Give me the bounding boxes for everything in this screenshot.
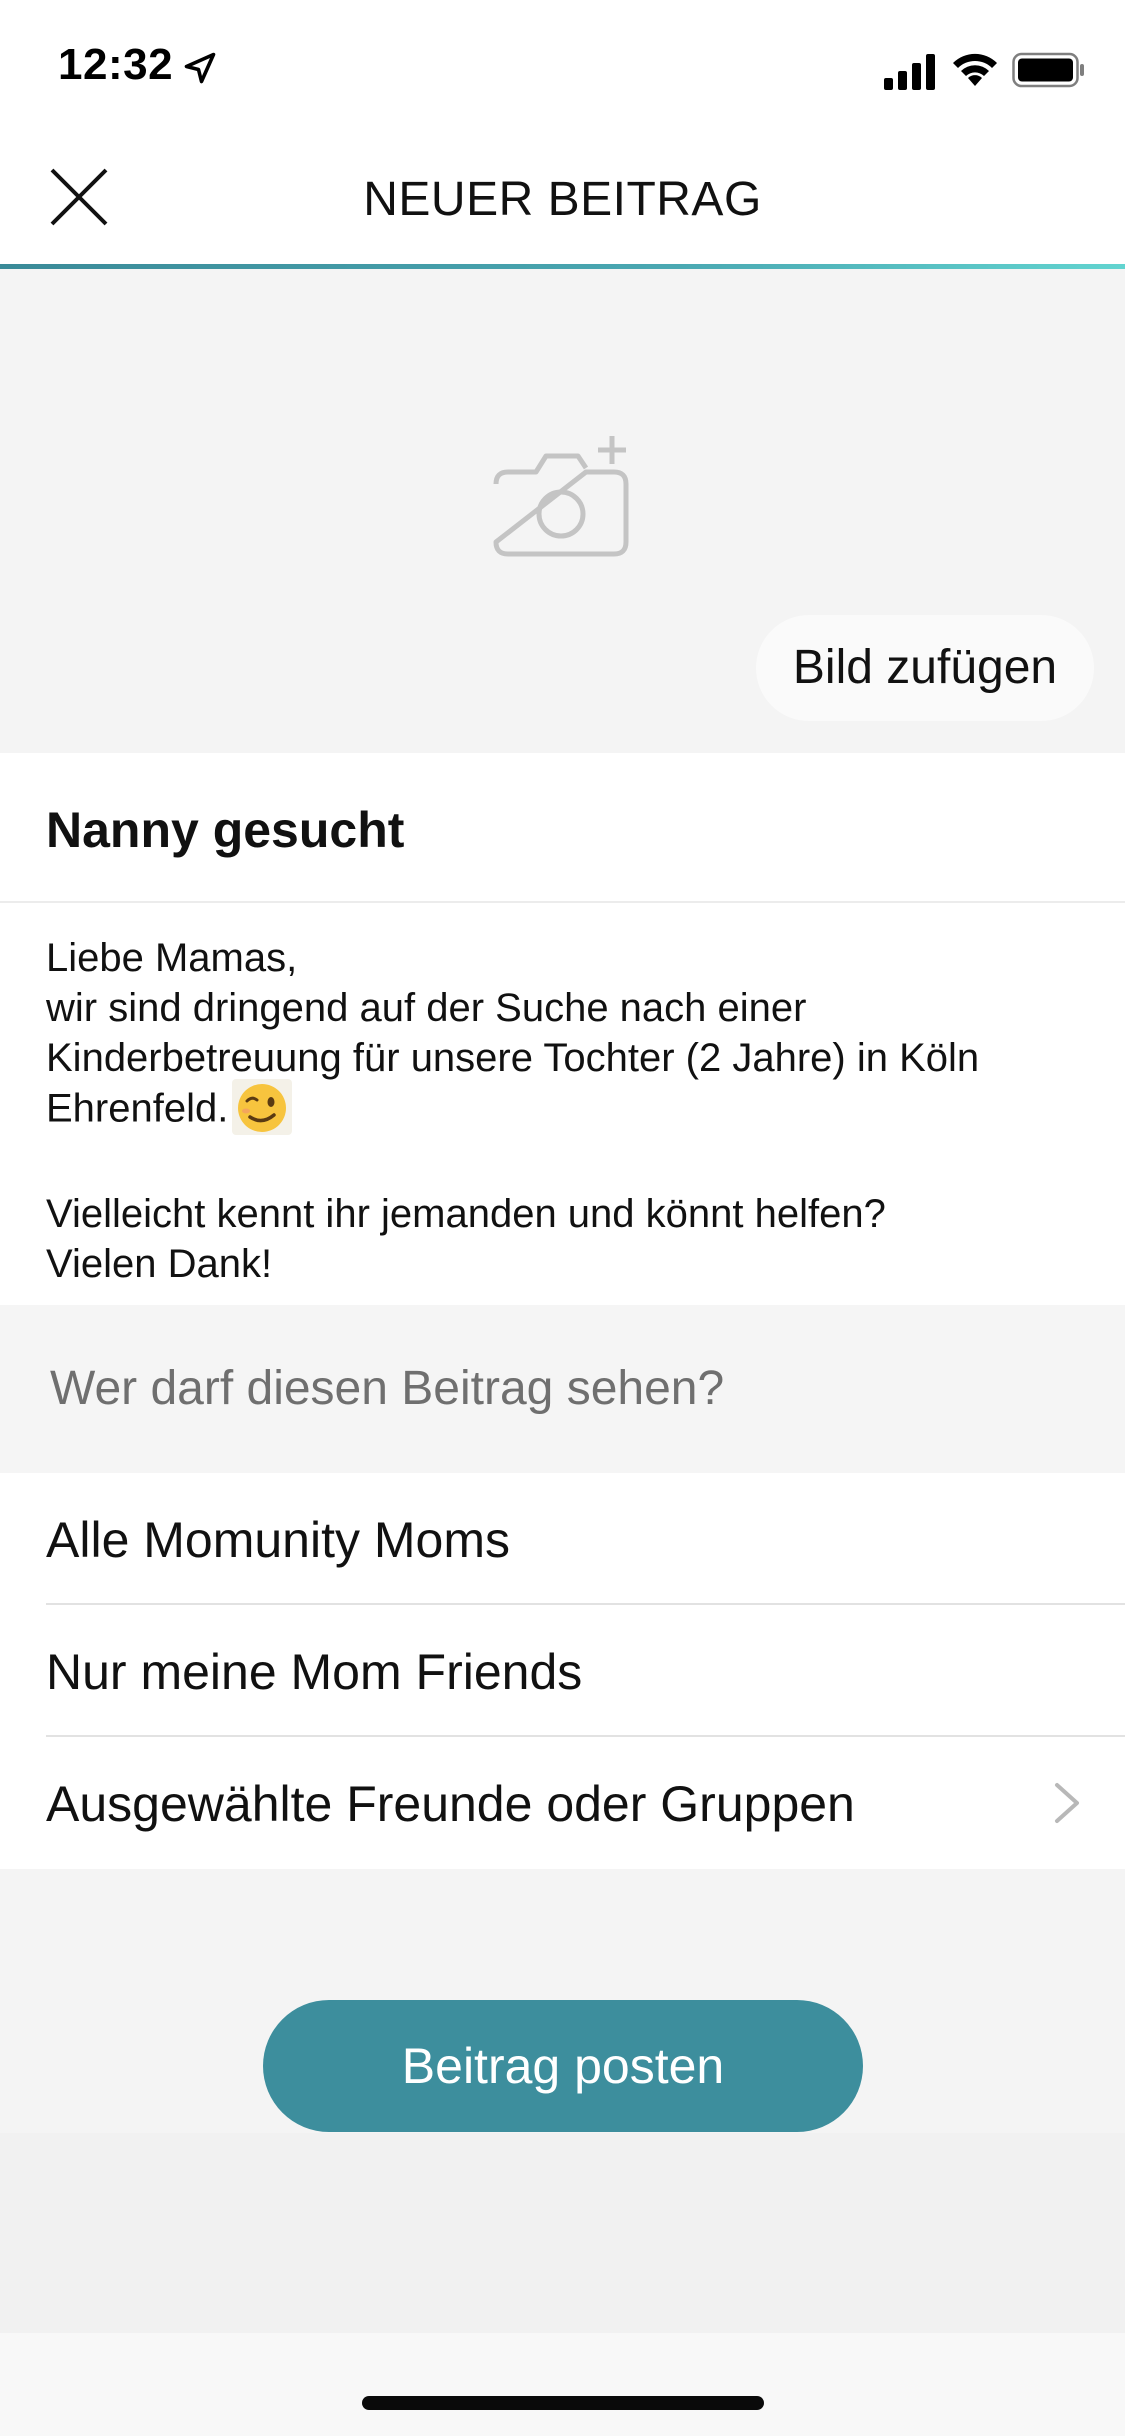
page-title: NEUER BEITRAG [363, 173, 762, 226]
image-upload-area[interactable]: Bild zufügen [0, 269, 1125, 753]
bottom-spacer [0, 2133, 1125, 2333]
location-arrow-icon [184, 52, 216, 84]
nav-bar: NEUER BEITRAG [0, 132, 1125, 266]
cellular-signal-icon [884, 54, 935, 90]
post-button[interactable]: Beitrag posten [263, 2000, 863, 2132]
visibility-question: Wer darf diesen Beitrag sehen? [50, 1362, 725, 1415]
option-selected-friends-groups[interactable]: Ausgewählte Freunde oder Gruppen [0, 1737, 1125, 1869]
status-time: 12:32 [58, 40, 174, 89]
option-label: Alle Momunity Moms [46, 1512, 510, 1568]
visibility-options: Alle Momunity Moms Nur meine Mom Friends… [0, 1473, 1125, 1869]
add-image-button[interactable]: Bild zufügen [756, 615, 1094, 721]
option-all-momunity-moms[interactable]: Alle Momunity Moms [0, 1473, 1125, 1605]
post-body-line: Vielleicht kennt ihr jemanden und könnt … [46, 1192, 886, 1236]
option-my-mom-friends[interactable]: Nur meine Mom Friends [0, 1605, 1125, 1737]
home-indicator-area [0, 2333, 1125, 2436]
option-label: Ausgewählte Freunde oder Gruppen [46, 1776, 855, 1832]
visibility-section-header: Wer darf diesen Beitrag sehen? [0, 1305, 1125, 1473]
post-body-line: Ehrenfeld. [46, 1079, 1096, 1139]
post-body-line: Kinderbetreuung für unsere Tochter (2 Ja… [46, 1036, 980, 1080]
post-body-line-text: Ehrenfeld. [46, 1086, 229, 1131]
option-label: Nur meine Mom Friends [46, 1644, 583, 1700]
wink-emoji-icon [232, 1079, 293, 1135]
post-body-line: Vielen Dank! [46, 1242, 273, 1286]
post-title[interactable]: Nanny gesucht [46, 801, 404, 859]
post-body-field[interactable]: Liebe Mamas, wir sind dringend auf der S… [0, 903, 1125, 1305]
post-title-field[interactable]: Nanny gesucht [0, 753, 1125, 903]
status-bar: 12:32 [0, 0, 1125, 132]
post-body-line: Liebe Mamas, [46, 936, 298, 980]
home-indicator[interactable] [362, 2396, 764, 2410]
battery-icon [1012, 52, 1084, 88]
post-body-text[interactable]: Liebe Mamas, wir sind dringend auf der S… [46, 933, 1096, 1289]
chevron-right-icon [1055, 1783, 1079, 1823]
wifi-icon [953, 53, 997, 86]
new-post-screen: 12:32 NEUER BEITRAG Bild zufügen Nanny g… [0, 0, 1125, 2436]
post-body-line: wir sind dringend auf der Suche nach ein… [46, 986, 807, 1030]
add-photo-camera-icon[interactable] [488, 434, 634, 564]
